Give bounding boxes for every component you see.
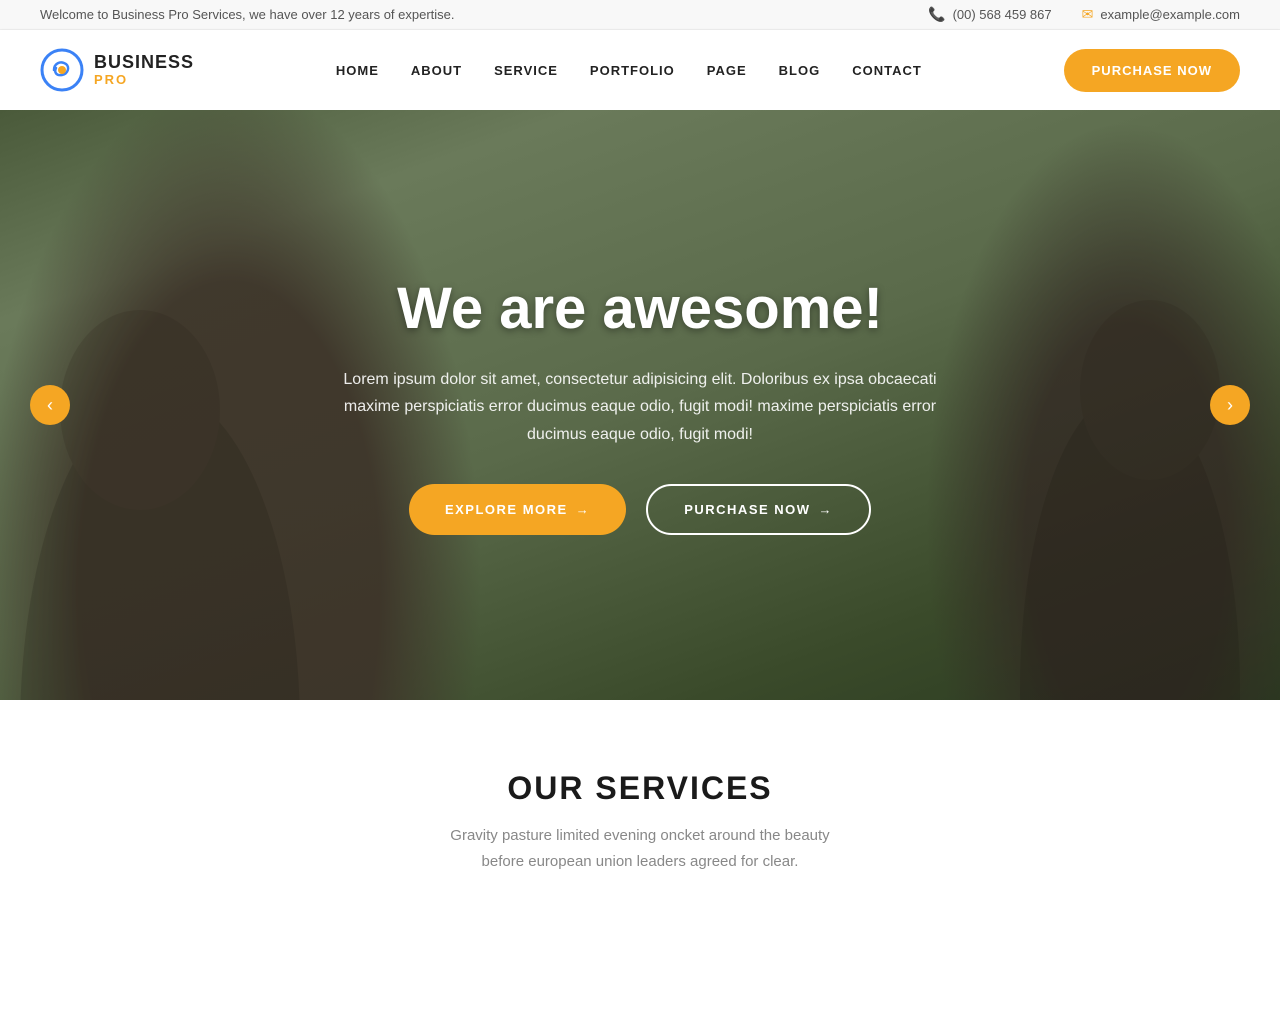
- logo-icon: [40, 48, 84, 92]
- services-title: OUR SERVICES: [40, 770, 1240, 807]
- phone-number: (00) 568 459 867: [953, 7, 1052, 22]
- email-item: ✉ example@example.com: [1082, 6, 1240, 23]
- top-bar-contact: 📞 (00) 568 459 867 ✉ example@example.com: [928, 6, 1240, 23]
- arrow-right-explore-icon: →: [576, 502, 591, 517]
- phone-item: 📞 (00) 568 459 867: [928, 6, 1051, 23]
- nav-service[interactable]: SERVICE: [494, 63, 558, 78]
- welcome-text: Welcome to Business Pro Services, we hav…: [40, 7, 455, 22]
- carousel-arrow-left[interactable]: ‹: [30, 385, 70, 425]
- arrow-right-purchase-icon: →: [819, 502, 834, 517]
- main-nav: HOME ABOUT SERVICE PORTFOLIO PAGE BLOG C…: [336, 63, 922, 78]
- phone-icon: 📞: [928, 6, 945, 23]
- carousel-arrow-right[interactable]: ›: [1210, 385, 1250, 425]
- hero-section: ‹ We are awesome! Lorem ipsum dolor sit …: [0, 110, 1280, 700]
- hero-purchase-button[interactable]: PURCHASE NOW →: [646, 484, 871, 535]
- hero-title: We are awesome!: [320, 275, 960, 342]
- services-section: OUR SERVICES Gravity pasture limited eve…: [0, 700, 1280, 914]
- logo-pro: PRO: [94, 73, 194, 87]
- arrow-left-icon: ‹: [47, 395, 53, 416]
- hero-description: Lorem ipsum dolor sit amet, consectetur …: [320, 366, 960, 448]
- header: BUSINESS PRO HOME ABOUT SERVICE PORTFOLI…: [0, 30, 1280, 110]
- nav-contact[interactable]: CONTACT: [852, 63, 922, 78]
- top-bar: Welcome to Business Pro Services, we hav…: [0, 0, 1280, 30]
- logo-text: BUSINESS PRO: [94, 53, 194, 87]
- nav-portfolio[interactable]: PORTFOLIO: [590, 63, 675, 78]
- services-description: Gravity pasture limited evening oncket a…: [440, 823, 840, 874]
- nav-home[interactable]: HOME: [336, 63, 379, 78]
- logo: BUSINESS PRO: [40, 48, 194, 92]
- explore-more-button[interactable]: EXPLORE MORE →: [409, 484, 626, 535]
- email-icon: ✉: [1082, 6, 1094, 23]
- hero-content: We are awesome! Lorem ipsum dolor sit am…: [280, 275, 1000, 535]
- arrow-right-icon: ›: [1227, 395, 1233, 416]
- nav-about[interactable]: ABOUT: [411, 63, 462, 78]
- hero-buttons: EXPLORE MORE → PURCHASE NOW →: [320, 484, 960, 535]
- logo-business: BUSINESS: [94, 53, 194, 73]
- email-address: example@example.com: [1100, 7, 1240, 22]
- purchase-now-button[interactable]: PURCHASE NOW: [1064, 49, 1240, 92]
- nav-page[interactable]: PAGE: [707, 63, 747, 78]
- nav-blog[interactable]: BLOG: [779, 63, 821, 78]
